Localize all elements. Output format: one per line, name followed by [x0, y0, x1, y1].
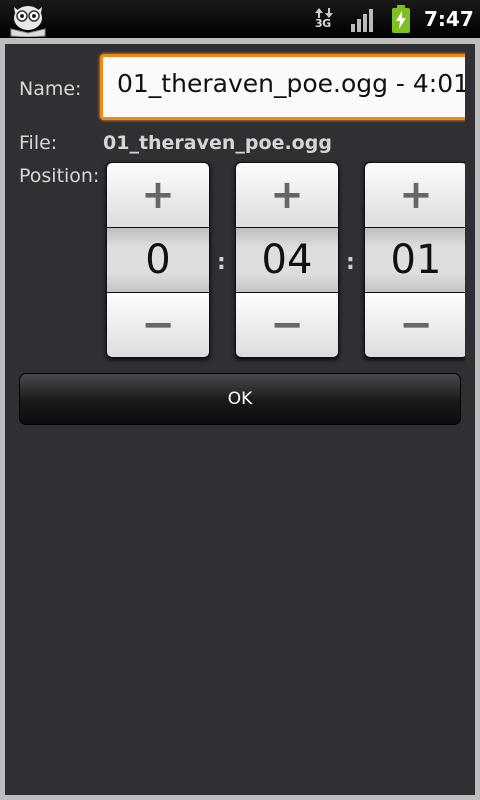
minutes-value[interactable]: 04 [236, 228, 338, 292]
data-arrows-icon: 3G [314, 8, 336, 32]
file-label: File: [19, 132, 58, 154]
owl-book-icon [10, 6, 46, 37]
hours-decrement-button[interactable]: − [107, 293, 209, 357]
minutes-picker: + 04 − [235, 162, 339, 358]
status-bar: 3G 7:47 [0, 0, 480, 38]
hours-value[interactable]: 0 [107, 228, 209, 292]
seconds-decrement-button[interactable]: − [365, 293, 465, 357]
minutes-decrement-button[interactable]: − [236, 293, 338, 357]
seconds-increment-button[interactable]: + [365, 163, 465, 227]
signal-bars-icon [351, 9, 373, 32]
minutes-increment-button[interactable]: + [236, 163, 338, 227]
battery-charging-icon [392, 5, 410, 33]
ok-button[interactable]: OK [19, 373, 461, 425]
time-separator: : [217, 250, 226, 275]
network-type-label: 3G [315, 17, 331, 30]
position-label: Position: [19, 165, 100, 187]
hours-picker: + 0 − [106, 162, 210, 358]
name-input[interactable]: 01_theraven_poe.ogg - 4:01 [100, 54, 465, 120]
seconds-picker: + 01 − [364, 162, 465, 358]
time-separator: : [346, 250, 355, 275]
hours-increment-button[interactable]: + [107, 163, 209, 227]
name-label: Name: [19, 78, 82, 100]
status-clock: 7:47 [424, 7, 474, 31]
file-value: 01_theraven_poe.ogg [103, 132, 332, 154]
seconds-value[interactable]: 01 [365, 228, 465, 292]
